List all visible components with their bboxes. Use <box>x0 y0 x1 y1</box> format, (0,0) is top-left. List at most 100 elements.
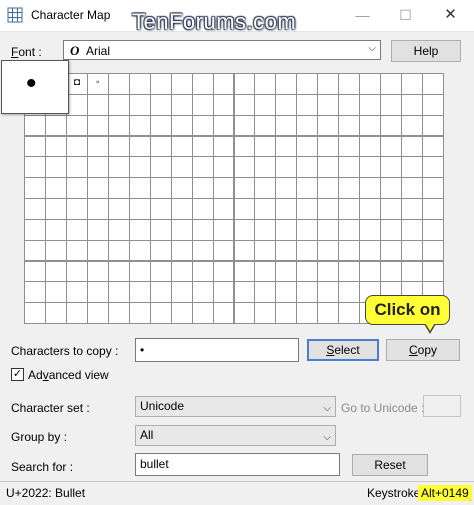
character-cell[interactable] <box>296 302 319 324</box>
character-cell[interactable] <box>359 114 382 137</box>
character-cell[interactable] <box>254 93 277 116</box>
character-cell[interactable] <box>86 198 109 220</box>
character-cell[interactable] <box>233 177 256 199</box>
character-cell[interactable] <box>317 177 340 199</box>
character-cell[interactable] <box>65 177 88 199</box>
character-cell[interactable] <box>338 93 361 116</box>
character-cell[interactable] <box>170 260 193 283</box>
close-button[interactable]: ✕ <box>428 0 473 31</box>
character-cell[interactable] <box>44 135 67 158</box>
character-cell[interactable] <box>149 135 172 158</box>
character-cell[interactable] <box>380 93 403 116</box>
character-cell[interactable] <box>380 198 403 220</box>
character-cell[interactable] <box>275 135 298 158</box>
copy-button[interactable]: Copy <box>386 339 460 361</box>
character-cell[interactable] <box>212 156 235 179</box>
character-cell[interactable]: ◦ <box>86 73 109 95</box>
character-cell[interactable] <box>86 177 109 199</box>
character-cell[interactable] <box>212 239 235 262</box>
character-cell[interactable] <box>401 114 424 137</box>
character-cell[interactable] <box>401 239 424 262</box>
character-cell[interactable] <box>254 302 277 324</box>
character-cell[interactable] <box>149 281 172 304</box>
character-cell[interactable] <box>275 239 298 262</box>
group-by-dropdown[interactable]: All ⌵ <box>135 425 336 446</box>
character-cell[interactable] <box>149 114 172 137</box>
character-cell[interactable]: ◘ <box>65 73 88 95</box>
character-cell[interactable] <box>338 177 361 199</box>
character-cell[interactable] <box>191 239 214 262</box>
character-cell[interactable] <box>86 156 109 179</box>
character-cell[interactable] <box>422 135 444 158</box>
character-cell[interactable] <box>254 114 277 137</box>
character-cell[interactable] <box>380 73 403 95</box>
character-cell[interactable] <box>24 260 46 283</box>
character-cell[interactable] <box>107 156 130 179</box>
character-cell[interactable] <box>359 218 382 241</box>
character-cell[interactable] <box>44 198 67 220</box>
character-cell[interactable] <box>191 198 214 220</box>
character-cell[interactable] <box>212 73 235 95</box>
character-cell[interactable] <box>296 239 319 262</box>
character-cell[interactable] <box>212 198 235 220</box>
character-cell[interactable] <box>86 239 109 262</box>
character-cell[interactable] <box>296 281 319 304</box>
character-cell[interactable] <box>65 281 88 304</box>
character-cell[interactable] <box>86 302 109 324</box>
character-cell[interactable] <box>254 260 277 283</box>
character-cell[interactable] <box>212 177 235 199</box>
character-cell[interactable] <box>317 260 340 283</box>
character-cell[interactable] <box>170 302 193 324</box>
character-cell[interactable] <box>317 239 340 262</box>
character-cell[interactable] <box>380 218 403 241</box>
character-cell[interactable] <box>254 135 277 158</box>
character-cell[interactable] <box>380 239 403 262</box>
character-cell[interactable] <box>380 114 403 137</box>
character-cell[interactable] <box>401 177 424 199</box>
character-cell[interactable] <box>275 302 298 324</box>
character-cell[interactable] <box>170 281 193 304</box>
character-cell[interactable] <box>275 73 298 95</box>
character-cell[interactable] <box>65 239 88 262</box>
character-cell[interactable] <box>422 177 444 199</box>
character-cell[interactable] <box>233 302 256 324</box>
character-cell[interactable] <box>254 218 277 241</box>
character-cell[interactable] <box>107 198 130 220</box>
character-cell[interactable] <box>191 281 214 304</box>
character-cell[interactable] <box>233 114 256 137</box>
character-cell[interactable] <box>170 198 193 220</box>
character-cell[interactable] <box>254 239 277 262</box>
character-cell[interactable] <box>401 135 424 158</box>
character-cell[interactable] <box>338 239 361 262</box>
character-cell[interactable] <box>338 135 361 158</box>
character-cell[interactable] <box>275 281 298 304</box>
character-cell[interactable] <box>128 135 151 158</box>
character-cell[interactable] <box>149 302 172 324</box>
maximize-button[interactable]: ☐ <box>383 0 428 31</box>
character-cell[interactable] <box>401 218 424 241</box>
character-cell[interactable] <box>24 281 46 304</box>
character-cell[interactable] <box>401 93 424 116</box>
character-cell[interactable] <box>170 135 193 158</box>
character-cell[interactable] <box>338 260 361 283</box>
character-cell[interactable] <box>170 156 193 179</box>
character-cell[interactable] <box>24 135 46 158</box>
font-dropdown[interactable]: O Arial ⌵ <box>63 40 381 60</box>
character-cell[interactable] <box>233 135 256 158</box>
character-cell[interactable] <box>422 239 444 262</box>
character-cell[interactable] <box>191 135 214 158</box>
character-cell[interactable] <box>212 302 235 324</box>
character-cell[interactable] <box>86 93 109 116</box>
character-cell[interactable] <box>359 156 382 179</box>
character-cell[interactable] <box>317 73 340 95</box>
character-cell[interactable] <box>317 198 340 220</box>
character-set-dropdown[interactable]: Unicode ⌵ <box>135 396 336 417</box>
character-cell[interactable] <box>107 73 130 95</box>
character-cell[interactable] <box>128 198 151 220</box>
character-cell[interactable] <box>233 239 256 262</box>
character-cell[interactable] <box>233 198 256 220</box>
character-cell[interactable] <box>296 73 319 95</box>
character-cell[interactable] <box>86 135 109 158</box>
character-cell[interactable] <box>296 218 319 241</box>
character-cell[interactable] <box>65 302 88 324</box>
